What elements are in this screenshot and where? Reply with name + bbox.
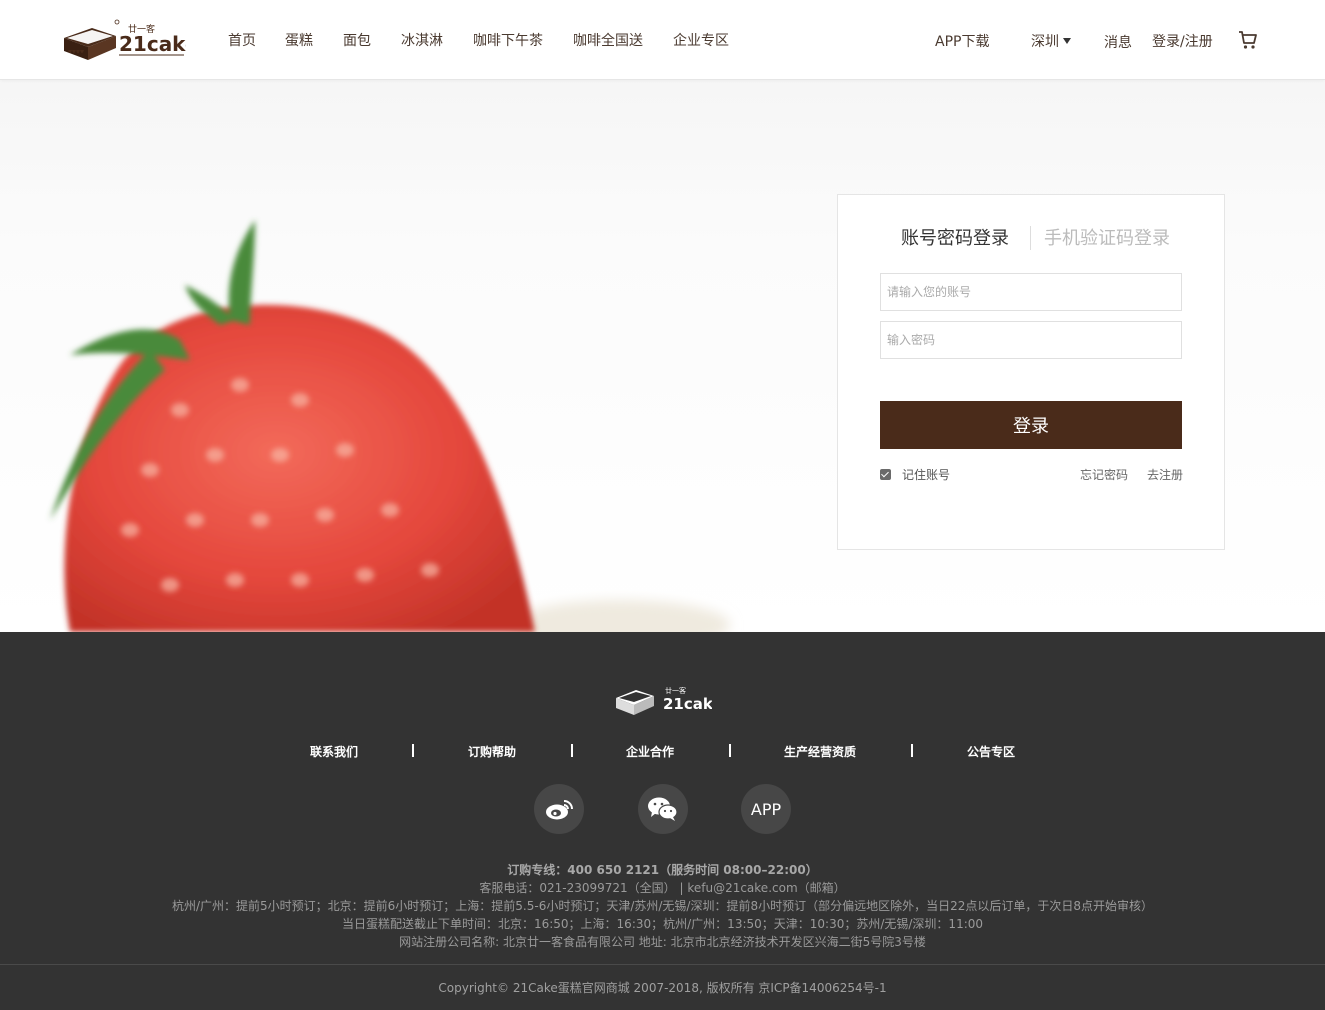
footer-link-cooperation[interactable]: 企业合作	[626, 743, 674, 760]
footer-divider	[0, 964, 1325, 965]
footer-logo-brand: 21cake	[663, 695, 712, 713]
messages-link[interactable]: 消息	[1104, 32, 1132, 52]
footer-link-qualification[interactable]: 生产经营资质	[784, 743, 856, 760]
footer-separator	[412, 744, 414, 757]
tab-divider	[1030, 226, 1031, 250]
weibo-icon[interactable]	[534, 784, 584, 834]
password-input[interactable]	[880, 321, 1182, 359]
nav-home[interactable]: 首页	[228, 30, 256, 50]
nav-bread[interactable]: 面包	[343, 30, 371, 50]
footer-logo-cn: 廿一客	[665, 686, 686, 695]
footer-link-help[interactable]: 订购帮助	[468, 743, 516, 760]
company-text: 网站注册公司名称: 北京廿一客食品有限公司 地址: 北京市北京经济技术开发区兴海…	[399, 935, 926, 949]
caret-down-icon	[1063, 38, 1071, 44]
footer-separator	[729, 744, 731, 757]
app-label: APP	[750, 799, 782, 819]
forgot-password-link[interactable]: 忘记密码	[1080, 466, 1128, 483]
footer-link-announcements[interactable]: 公告专区	[967, 743, 1015, 760]
copyright-text: Copyright© 21Cake蛋糕官网商城 2007-2018, 版权所有 …	[438, 981, 887, 995]
footer-logo: 廿一客 21cake	[616, 686, 712, 715]
tab-password-login[interactable]: 账号密码登录	[901, 224, 1009, 250]
login-tabs: 账号密码登录 手机验证码登录	[838, 224, 1224, 250]
site-footer: 廿一客 21cake 联系我们 订购帮助 企业合作 生产经营资质 公告专区	[0, 632, 1325, 1010]
footer-separator	[911, 744, 913, 757]
wechat-icon[interactable]	[638, 784, 688, 834]
site-logo[interactable]: 廿一客 21cake	[62, 16, 199, 64]
login-panel: 账号密码登录 手机验证码登录 登录 记住账号 忘记密码 去注册	[837, 194, 1225, 550]
register-link[interactable]: 去注册	[1147, 466, 1183, 483]
footer-separator	[571, 744, 573, 757]
remember-label: 记住账号	[902, 467, 951, 482]
app-icon[interactable]: APP	[741, 784, 791, 834]
app-download-link[interactable]: APP下载	[935, 31, 989, 51]
cart-icon[interactable]	[1238, 30, 1258, 50]
nav-coffee-tea[interactable]: 咖啡下午茶	[473, 30, 543, 50]
login-register-link[interactable]: 登录/注册	[1152, 31, 1213, 51]
remember-checkbox[interactable]	[880, 468, 891, 480]
city-label: 深圳	[1031, 34, 1059, 50]
nav-enterprise[interactable]: 企业专区	[673, 30, 729, 50]
remember-account: 记住账号	[880, 466, 950, 482]
city-selector[interactable]: 深圳	[1031, 31, 1071, 51]
hotline-text: 订购专线：400 650 2121（服务时间 08:00–22:00）	[507, 863, 818, 877]
login-submit-button[interactable]: 登录	[880, 401, 1182, 449]
tab-sms-login[interactable]: 手机验证码登录	[1044, 224, 1170, 250]
service-text: 客服电话：021-23099721（全国） | kefu@21cake.com（…	[479, 881, 846, 895]
logo-brand: 21cake	[119, 32, 186, 56]
nav-coffee-delivery[interactable]: 咖啡全国送	[573, 30, 643, 50]
nav-icecream[interactable]: 冰淇淋	[401, 30, 443, 50]
preorder-text: 杭州/广州：提前5小时预订；北京：提前6小时预订；上海：提前5.5-6小时预订；…	[171, 899, 1154, 913]
cutoff-text: 当日蛋糕配送截止下单时间：北京：16:50；上海：16:30；杭州/广州：13:…	[341, 917, 984, 931]
account-input[interactable]	[880, 273, 1182, 311]
nav-cake[interactable]: 蛋糕	[285, 30, 313, 50]
site-header: 廿一客 21cake 首页 蛋糕 面包 冰淇淋 咖啡下午茶 咖啡全国送 企业专区…	[0, 0, 1325, 80]
footer-link-contact[interactable]: 联系我们	[310, 743, 358, 760]
main-nav: 首页 蛋糕 面包 冰淇淋 咖啡下午茶 咖啡全国送 企业专区	[228, 0, 759, 80]
footer-links: 联系我们 订购帮助 企业合作 生产经营资质 公告专区	[0, 743, 1325, 759]
